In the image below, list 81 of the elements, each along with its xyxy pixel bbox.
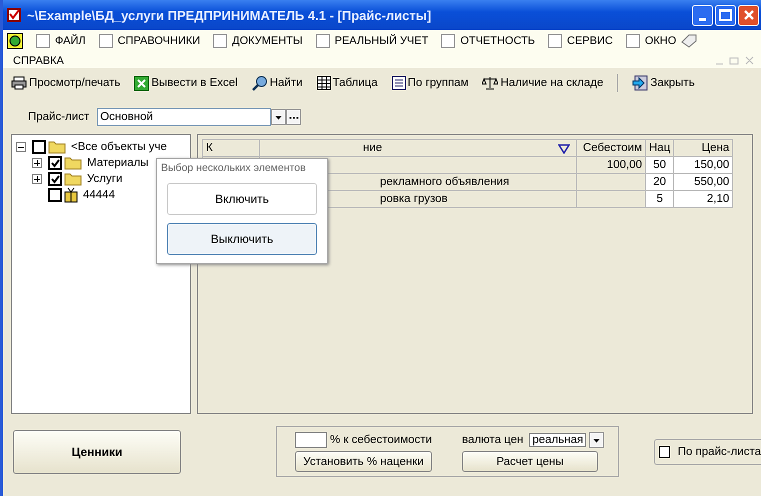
checkbox-logo-icon bbox=[7, 8, 21, 22]
toolbar-button[interactable]: Закрыть bbox=[632, 75, 695, 91]
menu-icon bbox=[316, 34, 330, 48]
expander-icon[interactable] bbox=[32, 174, 42, 184]
expander-icon[interactable] bbox=[16, 142, 26, 152]
field-label: Прайс-лист bbox=[28, 111, 90, 123]
search-icon bbox=[252, 75, 268, 91]
table-cell: 550,00 bbox=[674, 174, 733, 190]
tree-item[interactable]: <Все объекты уче bbox=[71, 141, 167, 153]
menu-item[interactable]: СПРАВКА bbox=[13, 54, 64, 67]
toolbar-button[interactable]: Вывести в Excel bbox=[134, 76, 238, 90]
tree-item[interactable]: 44444 bbox=[83, 189, 115, 201]
maximize-button[interactable] bbox=[715, 4, 736, 26]
folder-icon bbox=[64, 172, 82, 186]
field-label: % к себестоимости bbox=[330, 434, 432, 446]
price-list-dropdown[interactable]: Основной bbox=[97, 108, 272, 126]
menu-item[interactable]: ФАЙЛ bbox=[55, 35, 86, 48]
column-header[interactable]: Себестоим bbox=[576, 140, 646, 156]
coin-icon bbox=[7, 33, 23, 50]
menu-item[interactable]: ДОКУМЕНТЫ bbox=[232, 35, 303, 48]
popup-button[interactable]: Выключить bbox=[167, 223, 317, 255]
checkbox[interactable] bbox=[48, 156, 62, 170]
table-cell: 5 bbox=[646, 190, 674, 208]
column-header[interactable]: Цена bbox=[674, 140, 733, 156]
tree-item[interactable]: Материалы bbox=[87, 157, 149, 169]
more-button-icon[interactable] bbox=[286, 109, 302, 125]
window-controls-icon bbox=[715, 56, 755, 66]
checkbox[interactable] bbox=[659, 446, 670, 458]
tree-item[interactable]: Услуги bbox=[87, 173, 122, 185]
menu-icon bbox=[98, 34, 113, 48]
table-cell: 50 bbox=[646, 156, 674, 174]
scales-icon bbox=[482, 76, 498, 90]
menu-icon bbox=[626, 34, 640, 48]
folder-icon bbox=[48, 140, 66, 154]
popup-button[interactable]: Включить bbox=[167, 183, 317, 215]
close-icon bbox=[742, 9, 754, 21]
menu-item[interactable]: ОТЧЕТНОСТЬ bbox=[460, 35, 536, 48]
column-header[interactable]: ние bbox=[260, 140, 576, 156]
list-icon bbox=[392, 76, 406, 90]
popup-title: Выбор нескольких элементов bbox=[161, 161, 307, 175]
table-cell: 20 bbox=[646, 174, 674, 190]
price-tags-button[interactable]: Ценники bbox=[13, 430, 181, 474]
menu-icon bbox=[441, 34, 456, 48]
checkbox-label: По прайс-листа bbox=[678, 446, 761, 458]
menu-icon bbox=[36, 34, 50, 48]
filter-icon[interactable] bbox=[558, 144, 570, 154]
column-header[interactable]: Нац bbox=[646, 140, 674, 156]
exit-icon bbox=[632, 75, 648, 91]
percent-field[interactable] bbox=[295, 432, 327, 448]
table-cell: 150,00 bbox=[674, 156, 733, 174]
folder-icon bbox=[64, 156, 82, 170]
table-icon bbox=[316, 76, 331, 90]
set-markup-button[interactable]: Установить % наценки bbox=[295, 451, 432, 472]
expander-icon[interactable] bbox=[32, 158, 42, 168]
window-title: ~\Example\БД_услуги ПРЕДПРИНИМАТЕЛЬ 4.1 - [Прайс-листы] bbox=[27, 8, 432, 22]
menu-item[interactable]: СЕРВИС bbox=[567, 35, 613, 48]
column-header[interactable]: К bbox=[202, 140, 260, 156]
calc-price-button[interactable]: Расчет цены bbox=[462, 451, 598, 472]
printer-icon bbox=[11, 76, 27, 90]
gift-icon bbox=[64, 187, 78, 203]
menu-item[interactable]: СПРАВОЧНИКИ bbox=[118, 35, 200, 48]
menu-icon bbox=[213, 34, 228, 48]
close-button[interactable] bbox=[738, 4, 759, 26]
minimize-button[interactable] bbox=[692, 4, 713, 26]
toolbar-button[interactable]: Наличие на складе bbox=[482, 76, 604, 90]
tag-icon bbox=[681, 34, 698, 48]
toolbar-button[interactable]: Просмотр/печать bbox=[11, 76, 120, 90]
checkbox[interactable] bbox=[48, 188, 62, 202]
currency-dropdown[interactable]: реальная bbox=[529, 433, 586, 447]
menu-item[interactable]: ОКНО bbox=[644, 35, 676, 48]
toolbar-button[interactable]: Таблица bbox=[316, 76, 378, 90]
toolbar-button[interactable]: Найти bbox=[252, 75, 303, 91]
spreadsheet-icon bbox=[134, 76, 150, 90]
table-cell: 2,10 bbox=[674, 190, 733, 208]
field-label: валюта цен bbox=[462, 434, 524, 446]
table-cell: 100,00 bbox=[576, 156, 646, 174]
checkbox[interactable] bbox=[48, 172, 62, 186]
checkbox[interactable] bbox=[32, 140, 46, 154]
menu-item[interactable]: РЕАЛЬНЫЙ УЧЕТ bbox=[334, 35, 428, 48]
toolbar-button[interactable]: По группам bbox=[392, 76, 468, 90]
menu-icon bbox=[548, 34, 562, 48]
